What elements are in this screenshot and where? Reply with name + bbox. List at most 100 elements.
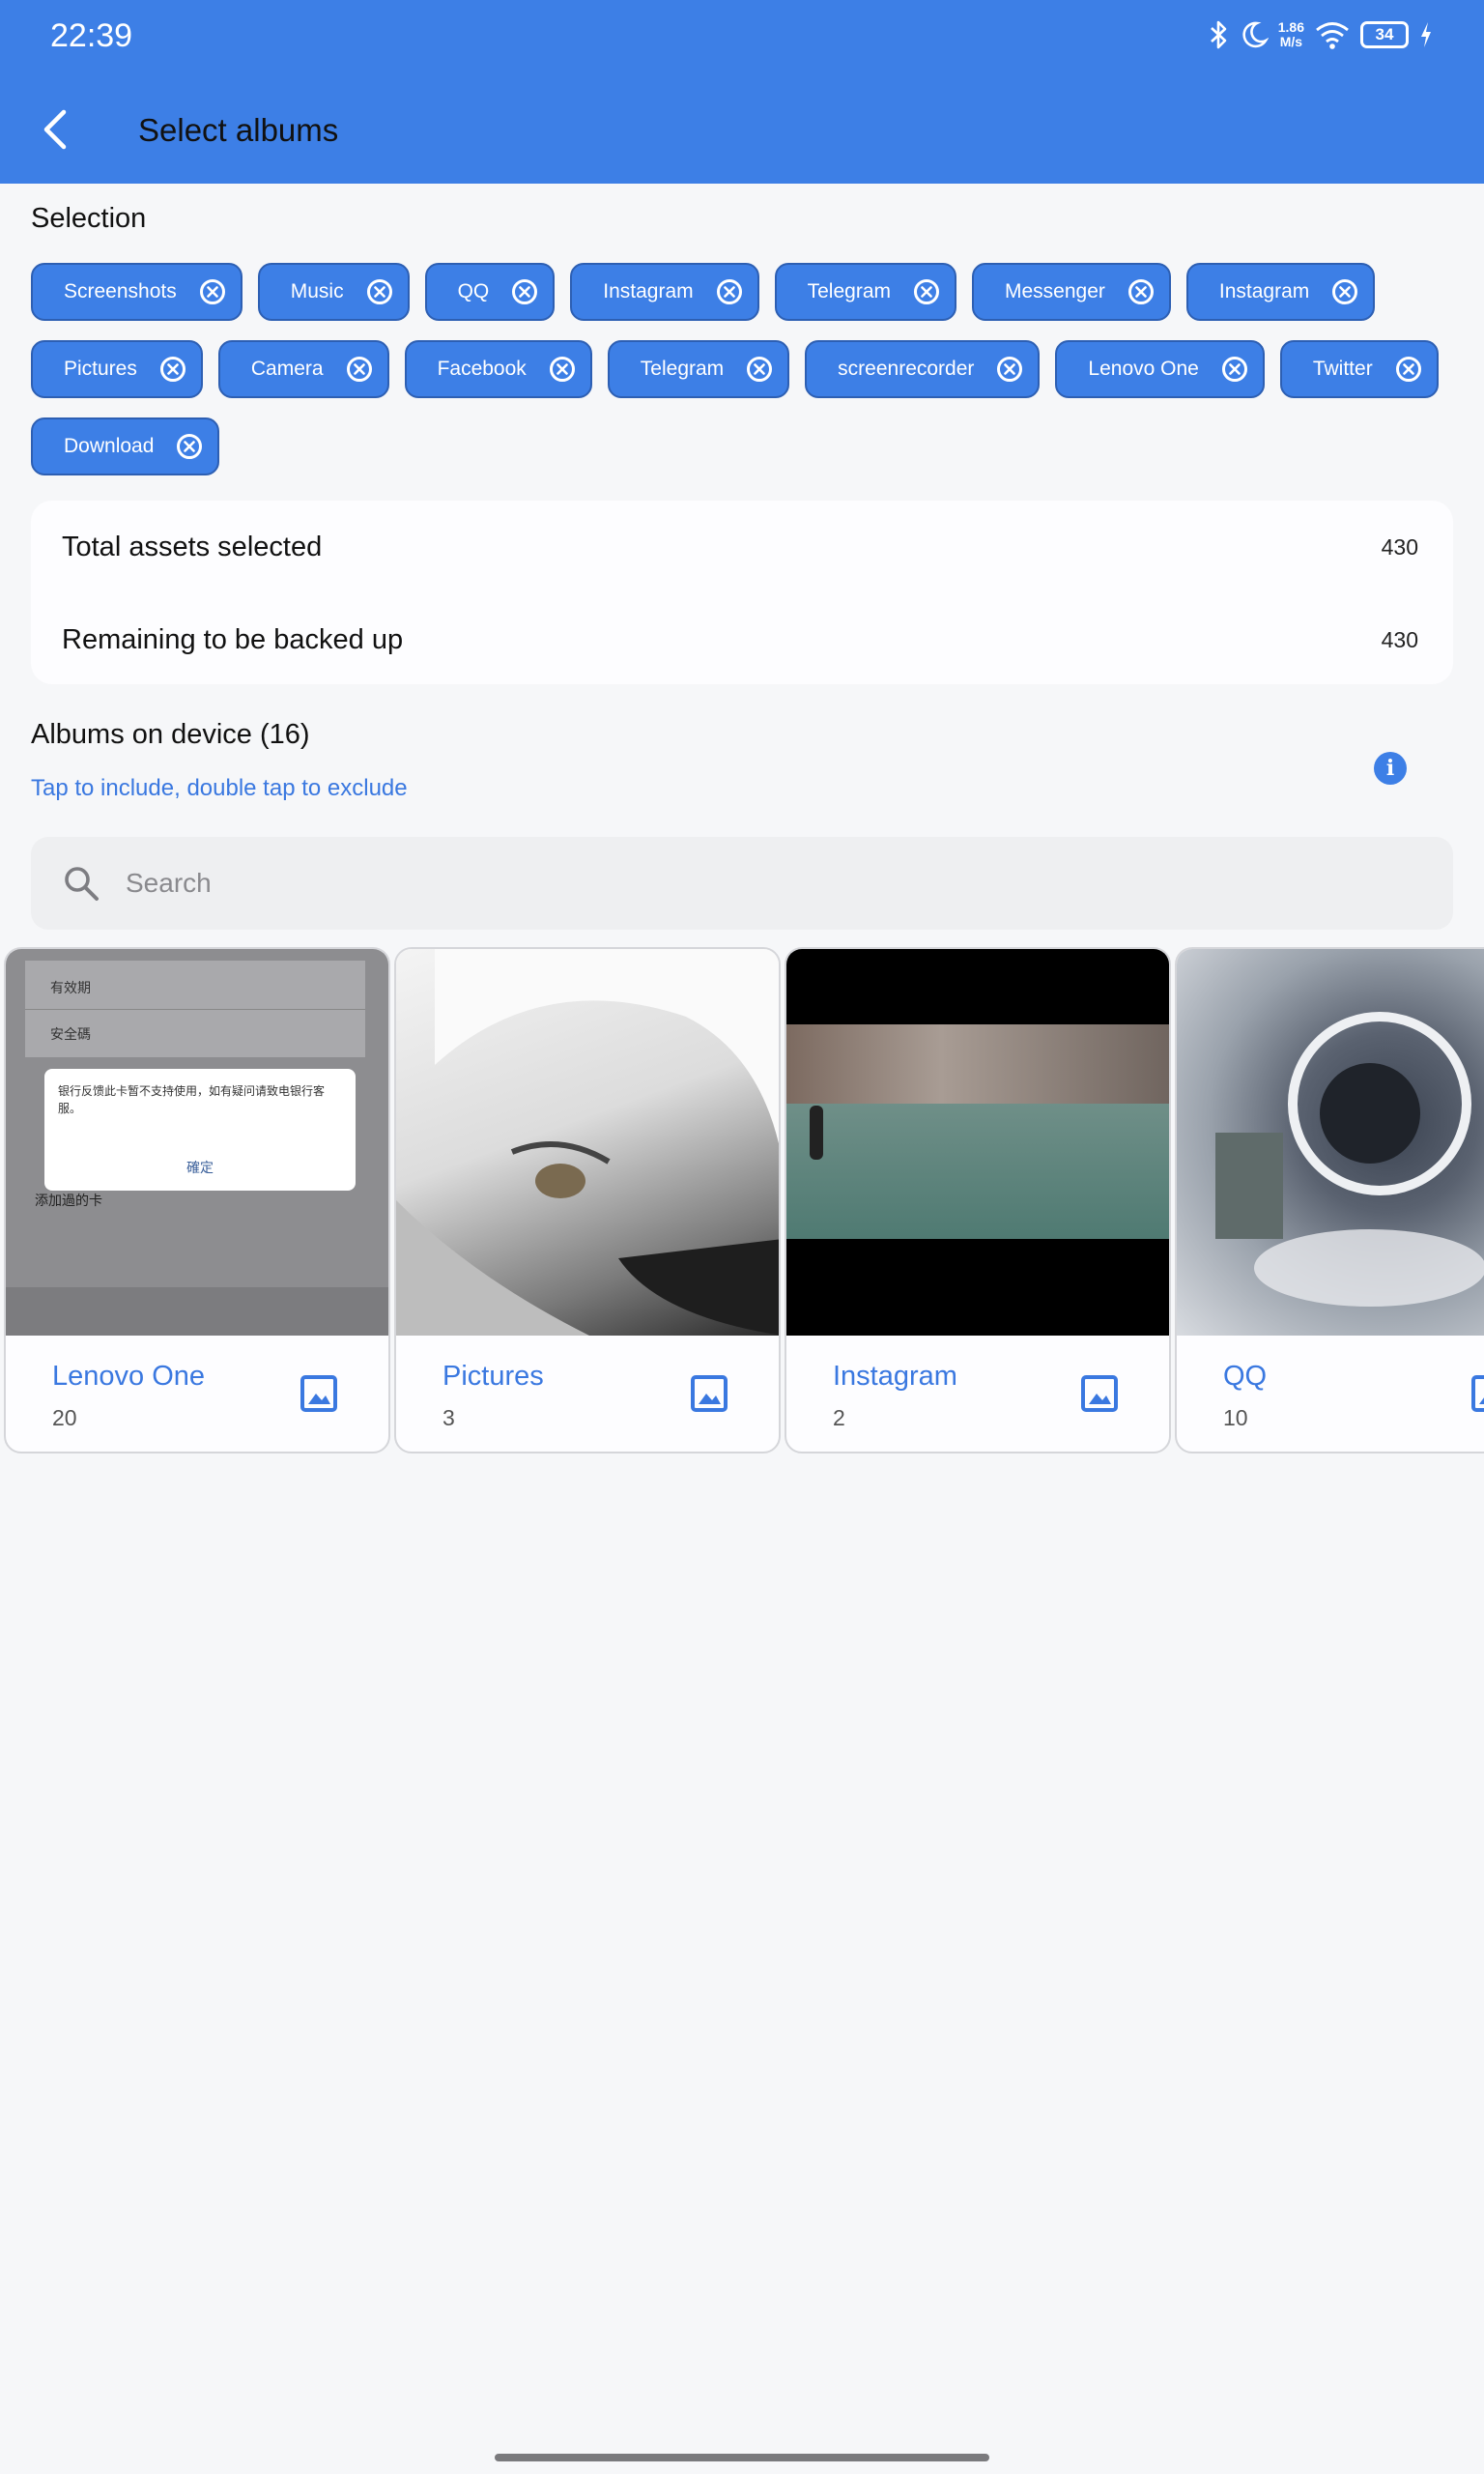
page-title: Select albums — [138, 112, 339, 148]
selected-album-chip[interactable]: screenrecorder — [805, 340, 1041, 398]
album-thumbnail — [396, 949, 779, 1336]
chip-label: Instagram — [1218, 280, 1310, 302]
chip-label: Telegram — [807, 280, 891, 302]
selection-title: Selection — [31, 203, 147, 234]
remove-chip-icon[interactable] — [366, 279, 392, 304]
chip-label: Pictures — [64, 358, 137, 380]
album-name: Lenovo One — [52, 1361, 206, 1392]
remove-chip-icon[interactable] — [1127, 279, 1154, 304]
selected-album-chip[interactable]: Download — [31, 417, 220, 475]
remove-chip-icon[interactable] — [549, 357, 575, 382]
chip-row: Download — [31, 417, 1461, 475]
remove-chip-icon[interactable] — [199, 279, 225, 304]
album-card[interactable]: Pictures 3 — [394, 947, 781, 1453]
selection-hint: Tap to include, double tap to exclude — [31, 775, 408, 801]
remove-chip-icon[interactable] — [159, 357, 186, 382]
charging-icon — [1421, 22, 1431, 47]
album-name: Pictures — [442, 1361, 544, 1392]
album-thumbnail: 有效期 安全碼 银行反馈此卡暂不支持使用，如有疑问请致电银行客服。 確定 添加過… — [6, 949, 388, 1336]
home-indicator[interactable] — [495, 2454, 989, 2461]
wifi-icon — [1316, 22, 1349, 49]
album-count: 3 — [442, 1405, 455, 1430]
album-card[interactable]: QQ 10 — [1175, 947, 1484, 1453]
chip-label: Instagram — [603, 280, 694, 302]
chip-label: Download — [64, 435, 155, 457]
album-card[interactable]: Instagram 2 — [785, 947, 1171, 1453]
album-carousel[interactable]: 有效期 安全碼 银行反馈此卡暂不支持使用，如有疑问请致电银行客服。 確定 添加過… — [4, 947, 1484, 1455]
selected-album-chip[interactable]: Messenger — [972, 263, 1171, 321]
chip-label: screenrecorder — [838, 358, 975, 380]
remove-chip-icon[interactable] — [1332, 279, 1358, 304]
image-icon — [300, 1375, 337, 1412]
remove-chip-icon[interactable] — [177, 434, 203, 459]
chip-label: Screenshots — [64, 280, 177, 302]
chip-row: Screenshots Music QQ Instagram Telegram … — [31, 263, 1461, 321]
chip-label: Lenovo One — [1088, 358, 1199, 380]
selected-albums: Screenshots Music QQ Instagram Telegram … — [31, 263, 1461, 495]
selected-album-chip[interactable]: Telegram — [607, 340, 790, 398]
info-icon[interactable]: i — [1374, 752, 1407, 785]
remove-chip-icon[interactable] — [1221, 357, 1247, 382]
remove-chip-icon[interactable] — [747, 357, 773, 382]
selected-album-chip[interactable]: Camera — [217, 340, 389, 398]
selected-album-chip[interactable]: Music — [257, 263, 410, 321]
chip-row: Pictures Camera Facebook Telegram screen… — [31, 340, 1461, 398]
selected-album-chip[interactable]: Telegram — [774, 263, 956, 321]
remove-chip-icon[interactable] — [716, 279, 742, 304]
selected-album-chip[interactable]: Facebook — [404, 340, 592, 398]
search-icon — [65, 867, 99, 901]
remove-chip-icon[interactable] — [1395, 357, 1421, 382]
total-assets-row: Total assets selected 430 — [62, 528, 1418, 566]
album-name: QQ — [1223, 1361, 1268, 1392]
battery-indicator: 34 — [1360, 21, 1409, 48]
moon-icon — [1242, 21, 1269, 48]
selected-album-chip[interactable]: Pictures — [31, 340, 203, 398]
search-bar[interactable] — [31, 837, 1453, 930]
thumb-field-label: 安全碼 — [50, 1026, 91, 1042]
image-icon — [1471, 1375, 1484, 1412]
album-count: 10 — [1223, 1405, 1248, 1430]
remove-chip-icon[interactable] — [997, 357, 1023, 382]
app-bar: 22:39 1.86 M/s 34 Select albums — [0, 0, 1484, 184]
chip-label: Telegram — [640, 358, 725, 380]
net-speed: 1.86 M/s — [1277, 19, 1304, 49]
chip-label: QQ — [457, 280, 490, 302]
remove-chip-icon[interactable] — [512, 279, 538, 304]
selected-album-chip[interactable]: Screenshots — [31, 263, 243, 321]
remaining-label: Remaining to be backed up — [62, 623, 404, 655]
thumb-dialog: 银行反馈此卡暂不支持使用，如有疑问请致电银行客服。 確定 — [44, 1069, 356, 1191]
album-thumbnail — [1177, 949, 1484, 1336]
image-icon — [691, 1375, 728, 1412]
chip-label: Music — [290, 280, 344, 302]
selected-album-chip[interactable]: Lenovo One — [1055, 340, 1265, 398]
remaining-row: Remaining to be backed up 430 — [62, 620, 1418, 659]
back-arrow-icon — [43, 109, 67, 150]
album-count: 2 — [833, 1405, 845, 1430]
remove-chip-icon[interactable] — [346, 357, 372, 382]
remove-chip-icon[interactable] — [914, 279, 939, 304]
selected-album-chip[interactable]: Twitter — [1279, 340, 1439, 398]
image-icon — [1081, 1375, 1118, 1412]
bluetooth-icon — [1210, 20, 1227, 49]
chip-label: Twitter — [1312, 358, 1373, 380]
album-card[interactable]: 有效期 安全碼 银行反馈此卡暂不支持使用，如有疑问请致电银行客服。 確定 添加過… — [4, 947, 390, 1453]
album-name: Instagram — [833, 1361, 957, 1392]
backup-stats-card: Total assets selected 430 Remaining to b… — [31, 501, 1453, 684]
album-count: 20 — [52, 1405, 77, 1430]
search-input[interactable] — [126, 868, 1382, 899]
chip-label: Messenger — [1005, 280, 1105, 302]
status-time: 22:39 — [50, 17, 133, 54]
back-button[interactable] — [33, 102, 77, 157]
chip-label: Camera — [250, 358, 324, 380]
selected-album-chip[interactable]: Instagram — [570, 263, 759, 321]
total-assets-label: Total assets selected — [62, 531, 323, 562]
selected-album-chip[interactable]: QQ — [424, 263, 556, 321]
thumb-add-card: 添加過的卡 — [35, 1193, 102, 1208]
thumb-field-label: 有效期 — [50, 980, 91, 995]
status-icons: 1.86 M/s 34 — [1209, 19, 1434, 50]
selected-album-chip[interactable]: Instagram — [1185, 263, 1376, 321]
remaining-value: 430 — [1381, 626, 1418, 652]
chip-label: Facebook — [437, 358, 527, 380]
album-thumbnail — [786, 949, 1169, 1336]
total-assets-value: 430 — [1381, 533, 1418, 560]
